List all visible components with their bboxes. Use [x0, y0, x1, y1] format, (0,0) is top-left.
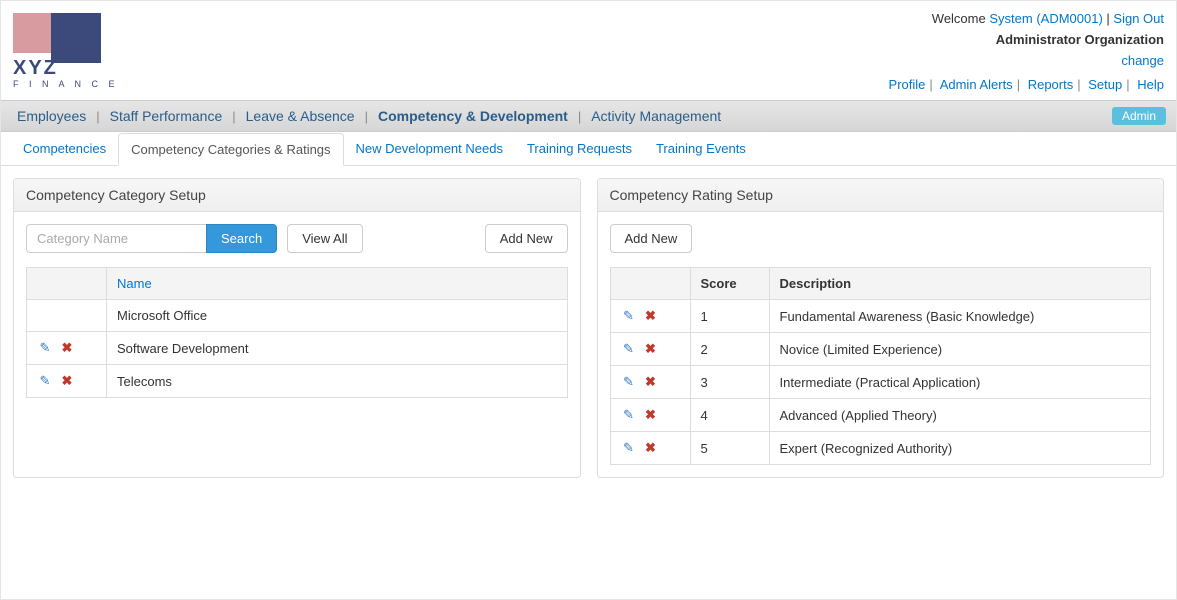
rating-panel: Competency Rating Setup Add New Score De…	[597, 178, 1165, 478]
admin-badge[interactable]: Admin	[1112, 107, 1166, 125]
rating-table: Score Description ✎ ✖ 1Fundamental Awarene…	[610, 267, 1152, 465]
setup-link[interactable]: Setup	[1088, 77, 1122, 92]
category-name-cell: Software Development	[107, 332, 568, 365]
edit-icon[interactable]: ✎	[621, 308, 637, 324]
nav-staff-performance[interactable]: Staff Performance	[104, 108, 229, 124]
header-right: Welcome System (ADM0001) | Sign Out Admi…	[889, 9, 1164, 96]
search-button[interactable]: Search	[206, 224, 277, 253]
admin-alerts-link[interactable]: Admin Alerts	[940, 77, 1013, 92]
table-row: ✎ ✖ Telecoms	[27, 365, 568, 398]
profile-link[interactable]: Profile	[889, 77, 926, 92]
score-cell: 1	[690, 300, 769, 333]
rating-toolbar: Add New	[610, 224, 1152, 253]
edit-icon[interactable]: ✎	[37, 373, 53, 389]
category-table: Name Microsoft Office ✎ ✖ Software Developm…	[26, 267, 568, 398]
welcome-label: Welcome	[932, 11, 986, 26]
user-link[interactable]: System (ADM0001)	[989, 11, 1102, 26]
logo-shape-blue	[51, 13, 101, 63]
content: Competency Category Setup Search View Al…	[1, 166, 1176, 490]
rating-panel-title: Competency Rating Setup	[598, 179, 1164, 212]
category-panel-title: Competency Category Setup	[14, 179, 580, 212]
table-row: ✎ ✖ 2Novice (Limited Experience)	[610, 333, 1151, 366]
tab-training-requests[interactable]: Training Requests	[515, 133, 644, 166]
col-actions	[27, 268, 107, 300]
table-row: ✎ ✖ Software Development	[27, 332, 568, 365]
main-nav: Employees| Staff Performance| Leave & Ab…	[1, 100, 1176, 132]
org-name: Administrator Organization	[889, 30, 1164, 51]
edit-icon[interactable]: ✎	[621, 407, 637, 423]
edit-icon[interactable]: ✎	[621, 374, 637, 390]
table-row: ✎ ✖ 5Expert (Recognized Authority)	[610, 432, 1151, 465]
delete-icon[interactable]: ✖	[643, 341, 659, 357]
delete-icon[interactable]: ✖	[643, 407, 659, 423]
nav-leave-absence[interactable]: Leave & Absence	[240, 108, 361, 124]
nav-employees[interactable]: Employees	[11, 108, 92, 124]
nav-activity-management[interactable]: Activity Management	[585, 108, 727, 124]
score-cell: 2	[690, 333, 769, 366]
delete-icon[interactable]: ✖	[59, 373, 75, 389]
delete-icon[interactable]: ✖	[59, 340, 75, 356]
viewall-button[interactable]: View All	[287, 224, 362, 253]
description-cell: Fundamental Awareness (Basic Knowledge)	[769, 300, 1150, 333]
logo: XYZ F I N A N C E	[13, 9, 123, 89]
delete-icon[interactable]: ✖	[643, 440, 659, 456]
table-row: ✎ ✖ 4Advanced (Applied Theory)	[610, 399, 1151, 432]
tab-categories-ratings[interactable]: Competency Categories & Ratings	[118, 133, 343, 166]
description-cell: Expert (Recognized Authority)	[769, 432, 1150, 465]
delete-icon[interactable]: ✖	[643, 308, 659, 324]
help-link[interactable]: Help	[1137, 77, 1164, 92]
score-cell: 4	[690, 399, 769, 432]
tab-training-events[interactable]: Training Events	[644, 133, 758, 166]
edit-icon[interactable]: ✎	[621, 440, 637, 456]
header: XYZ F I N A N C E Welcome System (ADM000…	[1, 1, 1176, 96]
reports-link[interactable]: Reports	[1028, 77, 1074, 92]
description-cell: Novice (Limited Experience)	[769, 333, 1150, 366]
table-row: ✎ ✖ 1Fundamental Awareness (Basic Knowledg…	[610, 300, 1151, 333]
change-org-link[interactable]: change	[1121, 53, 1164, 68]
table-row: Microsoft Office	[27, 300, 568, 332]
description-cell: Intermediate (Practical Application)	[769, 366, 1150, 399]
tab-competencies[interactable]: Competencies	[11, 133, 118, 166]
edit-icon[interactable]: ✎	[621, 341, 637, 357]
edit-icon[interactable]: ✎	[37, 340, 53, 356]
category-name-cell: Microsoft Office	[107, 300, 568, 332]
score-cell: 5	[690, 432, 769, 465]
main-nav-items: Employees| Staff Performance| Leave & Ab…	[11, 108, 727, 124]
table-row: ✎ ✖ 3Intermediate (Practical Application)	[610, 366, 1151, 399]
col-description: Description	[769, 268, 1150, 300]
col-actions	[610, 268, 690, 300]
category-name-cell: Telecoms	[107, 365, 568, 398]
tab-development-needs[interactable]: New Development Needs	[344, 133, 515, 166]
col-score: Score	[690, 268, 769, 300]
category-search-input[interactable]	[26, 224, 206, 253]
delete-icon[interactable]: ✖	[643, 374, 659, 390]
signout-link[interactable]: Sign Out	[1113, 11, 1164, 26]
logo-text: XYZ	[13, 57, 58, 80]
rating-addnew-button[interactable]: Add New	[610, 224, 693, 253]
logo-subtext: F I N A N C E	[13, 79, 119, 89]
header-links: Profile| Admin Alerts| Reports| Setup| H…	[889, 75, 1164, 96]
score-cell: 3	[690, 366, 769, 399]
col-name[interactable]: Name	[107, 268, 568, 300]
category-addnew-button[interactable]: Add New	[485, 224, 568, 253]
sub-nav: Competencies Competency Categories & Rat…	[1, 132, 1176, 166]
description-cell: Advanced (Applied Theory)	[769, 399, 1150, 432]
nav-competency-development[interactable]: Competency & Development	[372, 108, 574, 124]
category-panel: Competency Category Setup Search View Al…	[13, 178, 581, 478]
category-toolbar: Search View All Add New	[26, 224, 568, 253]
